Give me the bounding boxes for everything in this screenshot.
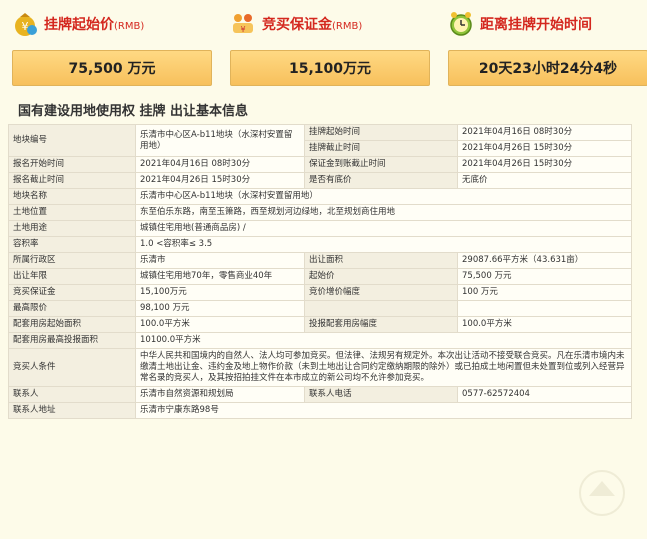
stats-header: ¥ 挂牌起始价(RMB) 75,500 万元 ¥ 竞买保证金(RMB) 15,1… bbox=[0, 0, 647, 100]
row-key: 最高限价 bbox=[8, 300, 136, 317]
table-row: 最高限价 98,100 万元 bbox=[8, 300, 632, 317]
table-row: 土地位置 东至伯乐东路，南至玉箫路，西至规划河边绿地，北至规划商住用地 bbox=[8, 204, 632, 221]
table-row: 联系人 乐清市自然资源和规划局 联系人电话 0577-62572404 bbox=[8, 386, 632, 403]
start-price-value: 75,500 万元 bbox=[12, 50, 212, 86]
row-value: 1.0 <容积率≤ 3.5 bbox=[135, 236, 632, 253]
table-row: 联系人地址 乐清市宁康东路98号 bbox=[8, 402, 632, 419]
row-key: 投报配套用房幅度 bbox=[304, 316, 458, 333]
table-row: 报名开始时间 2021年04月16日 08时30分 保证金到账截止时间 2021… bbox=[8, 156, 632, 173]
row-key: 联系人电话 bbox=[304, 386, 458, 403]
row-value: 100.0平方米 bbox=[457, 316, 632, 333]
section-title: 国有建设用地使用权 挂牌 出让基本信息 bbox=[18, 104, 249, 119]
table-row: 容积率 1.0 <容积率≤ 3.5 bbox=[8, 236, 632, 253]
people-coins-icon: ¥ bbox=[230, 11, 256, 37]
table-row: 所属行政区 乐清市 出让面积 29087.66平方米（43.631亩） bbox=[8, 252, 632, 269]
row-key: 出让年限 bbox=[8, 268, 136, 285]
row-value: 乐清市中心区A-b11地块（水深村安置留用地） bbox=[135, 124, 305, 157]
table-row: 出让年限 城镇住宅用地70年，零售商业40年 起始价 75,500 万元 bbox=[8, 268, 632, 285]
countdown-stat: 距离挂牌开始时间 20天23小时24分4秒 bbox=[448, 10, 647, 86]
row-key: 保证金到账截止时间 bbox=[304, 156, 458, 173]
table-row: 地块编号 乐清市中心区A-b11地块（水深村安置留用地） 挂牌起始时间 2021… bbox=[8, 124, 632, 157]
row-key: 竞买保证金 bbox=[8, 284, 136, 301]
row-value: 2021年04月16日 08时30分 bbox=[135, 156, 305, 173]
row-value: 29087.66平方米（43.631亩） bbox=[457, 252, 632, 269]
row-key: 报名开始时间 bbox=[8, 156, 136, 173]
row-key-empty bbox=[304, 300, 458, 317]
table-row: 土地用途 城镇住宅用地(普通商品房) / bbox=[8, 220, 632, 237]
row-key: 容积率 bbox=[8, 236, 136, 253]
table-row: 报名截止时间 2021年04月26日 15时30分 是否有底价 无底价 bbox=[8, 172, 632, 189]
row-key: 竞买人条件 bbox=[8, 348, 136, 387]
row-key: 联系人 bbox=[8, 386, 136, 403]
deposit-value: 15,100万元 bbox=[230, 50, 430, 86]
row-key: 土地用途 bbox=[8, 220, 136, 237]
row-value: 城镇住宅用地70年，零售商业40年 bbox=[135, 268, 305, 285]
row-value: 100 万元 bbox=[457, 284, 632, 301]
deposit-label: 竞买保证金(RMB) bbox=[262, 17, 363, 33]
row-value: 中华人民共和国境内的自然人、法人均可参加竞买。但法律、法规另有规定外。本次出让活… bbox=[135, 348, 632, 387]
row-value: 乐清市自然资源和规划局 bbox=[135, 386, 305, 403]
alarm-clock-icon bbox=[448, 11, 474, 37]
row-value: 2021年04月26日 15时30分 bbox=[457, 140, 632, 157]
row-value: 15,100万元 bbox=[135, 284, 305, 301]
row-value: 0577-62572404 bbox=[457, 386, 632, 403]
row-value: 无底价 bbox=[457, 172, 632, 189]
countdown-value: 20天23小时24分4秒 bbox=[448, 50, 647, 86]
row-value: 东至伯乐东路，南至玉箫路，西至规划河边绿地，北至规划商住用地 bbox=[135, 204, 632, 221]
table-row: 竞买保证金 15,100万元 竞价增价幅度 100 万元 bbox=[8, 284, 632, 301]
table-row: 配套用房起始面积 100.0平方米 投报配套用房幅度 100.0平方米 bbox=[8, 316, 632, 333]
row-value: 98,100 万元 bbox=[135, 300, 305, 317]
row-value: 2021年04月26日 15时30分 bbox=[135, 172, 305, 189]
table-row: 竞买人条件 中华人民共和国境内的自然人、法人均可参加竞买。但法律、法规另有规定外… bbox=[8, 348, 632, 387]
row-value: 75,500 万元 bbox=[457, 268, 632, 285]
table-row: 地块名称 乐清市中心区A-b11地块（水深村安置留用地） bbox=[8, 188, 632, 205]
row-value-empty bbox=[457, 300, 632, 317]
row-value: 乐清市中心区A-b11地块（水深村安置留用地） bbox=[135, 188, 632, 205]
row-value: 10100.0平方米 bbox=[135, 332, 632, 349]
row-value: 100.0平方米 bbox=[135, 316, 305, 333]
row-value: 2021年04月26日 15时30分 bbox=[457, 156, 632, 173]
row-key: 报名截止时间 bbox=[8, 172, 136, 189]
row-key: 联系人地址 bbox=[8, 402, 136, 419]
row-value: 乐清市 bbox=[135, 252, 305, 269]
row-key: 是否有底价 bbox=[304, 172, 458, 189]
row-value: 2021年04月16日 08时30分 bbox=[457, 124, 632, 141]
start-price-label: 挂牌起始价(RMB) bbox=[44, 17, 145, 33]
land-info-table: 地块编号 乐清市中心区A-b11地块（水深村安置留用地） 挂牌起始时间 2021… bbox=[8, 124, 632, 419]
row-key: 竞价增价幅度 bbox=[304, 284, 458, 301]
money-bag-icon: ¥ bbox=[12, 11, 38, 37]
start-price-stat: ¥ 挂牌起始价(RMB) 75,500 万元 bbox=[12, 10, 212, 86]
table-row: 配套用房最高投报面积 10100.0平方米 bbox=[8, 332, 632, 349]
countdown-label: 距离挂牌开始时间 bbox=[480, 17, 592, 33]
row-key: 配套用房起始面积 bbox=[8, 316, 136, 333]
row-key: 地块编号 bbox=[8, 124, 136, 157]
row-key: 挂牌截止时间 bbox=[304, 140, 458, 157]
row-key: 土地位置 bbox=[8, 204, 136, 221]
row-key: 出让面积 bbox=[304, 252, 458, 269]
row-value: 乐清市宁康东路98号 bbox=[135, 402, 632, 419]
deposit-stat: ¥ 竞买保证金(RMB) 15,100万元 bbox=[230, 10, 430, 86]
row-key: 挂牌起始时间 bbox=[304, 124, 458, 141]
row-key: 配套用房最高投报面积 bbox=[8, 332, 136, 349]
svg-text:¥: ¥ bbox=[240, 25, 245, 34]
watermark-badge bbox=[567, 466, 637, 521]
row-key: 地块名称 bbox=[8, 188, 136, 205]
row-value: 城镇住宅用地(普通商品房) / bbox=[135, 220, 632, 237]
row-key: 所属行政区 bbox=[8, 252, 136, 269]
row-key: 起始价 bbox=[304, 268, 458, 285]
